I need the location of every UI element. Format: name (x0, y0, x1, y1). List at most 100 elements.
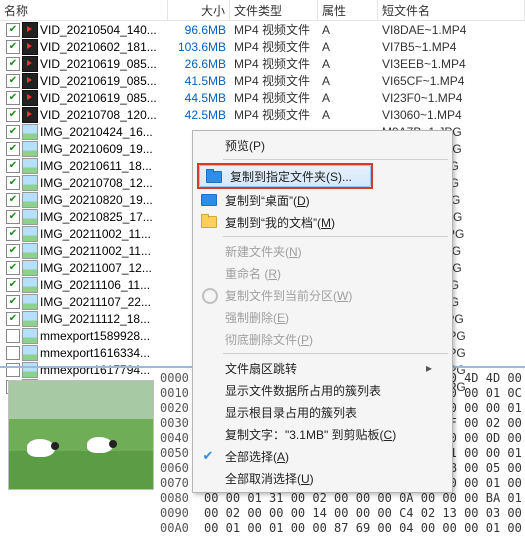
file-type: MP4 视频文件 (230, 38, 318, 55)
row-checkbox[interactable] (6, 244, 20, 258)
file-name: VID_20210619_085... (40, 74, 157, 88)
col-header-short[interactable]: 短文件名 (378, 0, 525, 20)
file-name: mmexport1589928... (40, 329, 150, 343)
thumbnail-content (27, 439, 55, 457)
menu-copy-desktop[interactable]: 复制到“桌面”(D) (195, 189, 450, 211)
menu-preview[interactable]: 预览(P) (195, 134, 450, 156)
menu-copy-partition-label: 复制文件到当前分区(W) (225, 287, 352, 304)
menu-show-clusters-label: 显示文件数据所占用的簇列表 (225, 382, 381, 399)
menu-show-root-clusters-label: 显示根目录占用的簇列表 (225, 404, 357, 421)
menu-select-all[interactable]: 全部选择(A) (195, 445, 450, 467)
row-checkbox[interactable] (6, 23, 20, 37)
video-file-icon (22, 56, 38, 72)
row-checkbox[interactable] (6, 295, 20, 309)
image-file-icon (22, 192, 38, 208)
row-checkbox[interactable] (6, 278, 20, 292)
menu-rename: 重命名 (R) (195, 262, 450, 284)
row-checkbox[interactable] (6, 125, 20, 139)
disk-icon (202, 288, 218, 304)
row-checkbox[interactable] (6, 142, 20, 156)
file-short-name: VI8DAE~1.MP4 (378, 23, 525, 37)
file-size: 96.6MB (168, 23, 230, 37)
file-attr: A (318, 23, 378, 37)
file-name: IMG_20210424_16... (40, 125, 153, 139)
menu-unselect-all[interactable]: 全部取消选择(U) (195, 467, 450, 489)
file-size: 41.5MB (168, 74, 230, 88)
file-name: IMG_20211106_11... (40, 278, 150, 292)
menu-copy-desktop-label: 复制到“桌面”(D) (225, 192, 310, 209)
menu-separator (223, 159, 448, 160)
file-name: VID_20210619_085... (40, 91, 157, 105)
context-menu: 预览(P) 复制到指定文件夹(S)... 复制到“桌面”(D) 复制到“我的文档… (192, 130, 453, 493)
submenu-arrow-icon: ▸ (426, 361, 432, 375)
menu-preview-label: 预览(P) (225, 137, 265, 154)
row-checkbox[interactable] (6, 210, 20, 224)
menu-copy-text-label: 复制文字："3.1MB" 到剪贴板(C) (225, 426, 396, 443)
menu-copy-partition: 复制文件到当前分区(W) (195, 284, 450, 306)
image-thumbnail[interactable] (8, 380, 154, 490)
column-header-row: 名称 大小 文件类型 属性 短文件名 (0, 0, 525, 21)
row-checkbox[interactable] (6, 261, 20, 275)
file-short-name: VI7B5~1.MP4 (378, 40, 525, 54)
file-name: mmexport1616334... (40, 346, 150, 360)
video-file-icon (22, 39, 38, 55)
file-attr: A (318, 108, 378, 122)
menu-sector-jump[interactable]: 文件扇区跳转 ▸ (195, 357, 450, 379)
col-header-size[interactable]: 大小 (168, 0, 230, 20)
image-file-icon (22, 294, 38, 310)
image-file-icon (22, 328, 38, 344)
table-row[interactable]: VID_20210619_085...26.6MBMP4 视频文件AVI3EEB… (0, 55, 525, 72)
file-name: VID_20210504_140... (40, 23, 157, 37)
menu-force-delete: 强制删除(E) (195, 306, 450, 328)
file-short-name: VI65CF~1.MP4 (378, 74, 525, 88)
row-checkbox[interactable] (6, 227, 20, 241)
thumbnail-content (87, 437, 113, 453)
image-file-icon (22, 311, 38, 327)
table-row[interactable]: VID_20210504_140... 96.6MBMP4 视频文件AVI8DAE… (0, 21, 525, 38)
col-header-type[interactable]: 文件类型 (230, 0, 318, 20)
file-name: IMG_20211002_11... (40, 227, 151, 241)
row-checkbox[interactable] (6, 346, 20, 360)
file-name: IMG_20210609_19... (40, 142, 153, 156)
row-checkbox[interactable] (6, 57, 20, 71)
row-checkbox[interactable] (6, 74, 20, 88)
menu-rename-label: 重命名 (R) (225, 265, 281, 282)
menu-new-folder: 新建文件夹(N) (195, 240, 450, 262)
menu-copy-mydocs[interactable]: 复制到“我的文档”(M) (195, 211, 450, 233)
table-row[interactable]: VID_20210619_085...44.5MBMP4 视频文件AVI23F0… (0, 89, 525, 106)
file-name: IMG_20211007_12... (40, 261, 152, 275)
thumbnail-area (0, 368, 160, 536)
row-checkbox[interactable] (6, 193, 20, 207)
menu-copy-mydocs-label: 复制到“我的文档”(M) (225, 214, 335, 231)
menu-copy-text[interactable]: 复制文字："3.1MB" 到剪贴板(C) (195, 423, 450, 445)
file-type: MP4 视频文件 (230, 21, 318, 38)
file-short-name: VI3060~1.MP4 (378, 108, 525, 122)
menu-show-root-clusters[interactable]: 显示根目录占用的簇列表 (195, 401, 450, 423)
file-attr: A (318, 57, 378, 71)
col-header-attr[interactable]: 属性 (318, 0, 378, 20)
table-row[interactable]: VID_20210602_181...103.6MBMP4 视频文件AVI7B5… (0, 38, 525, 55)
row-checkbox[interactable] (6, 329, 20, 343)
row-checkbox[interactable] (6, 40, 20, 54)
file-type: MP4 视频文件 (230, 89, 318, 106)
menu-separator (223, 236, 448, 237)
menu-copy-to-folder[interactable]: 复制到指定文件夹(S)... (199, 165, 371, 187)
row-checkbox[interactable] (6, 176, 20, 190)
video-file-icon (22, 22, 38, 38)
row-checkbox[interactable] (6, 312, 20, 326)
row-checkbox[interactable] (6, 159, 20, 173)
row-checkbox[interactable] (6, 91, 20, 105)
file-name: IMG_20211002_11... (40, 244, 151, 258)
menu-force-delete-label: 强制删除(E) (225, 309, 289, 326)
file-attr: A (318, 74, 378, 88)
file-name: IMG_20211112_18... (40, 312, 150, 326)
menu-copy-to-folder-wrap: 复制到指定文件夹(S)... (195, 163, 450, 189)
table-row[interactable]: VID_20210619_085...41.5MBMP4 视频文件AVI65CF… (0, 72, 525, 89)
menu-show-clusters[interactable]: 显示文件数据所占用的簇列表 (195, 379, 450, 401)
row-checkbox[interactable] (6, 108, 20, 122)
menu-sector-jump-label: 文件扇区跳转 (225, 360, 297, 377)
menu-perm-delete-label: 彻底删除文件(P) (225, 331, 313, 348)
table-row[interactable]: VID_20210708_120...42.5MBMP4 视频文件AVI3060… (0, 106, 525, 123)
col-header-name[interactable]: 名称 (0, 0, 168, 20)
image-file-icon (22, 175, 38, 191)
